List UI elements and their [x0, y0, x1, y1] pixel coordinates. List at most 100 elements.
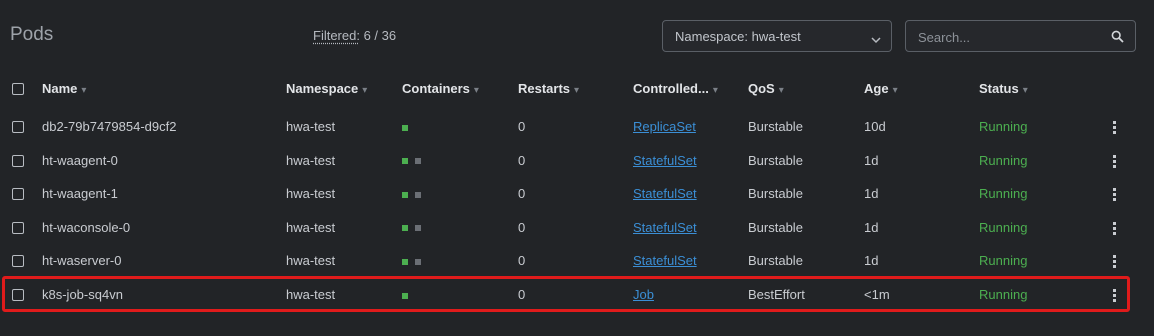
column-header-status[interactable]: Status ▾: [979, 72, 1028, 106]
container-status-icon: [402, 191, 408, 198]
pod-age: 1d: [864, 253, 879, 269]
search-icon[interactable]: [1111, 30, 1124, 46]
row-checkbox[interactable]: [12, 154, 24, 167]
filtered-value: 6 / 36: [363, 28, 397, 43]
pod-qos: Burstable: [748, 152, 803, 168]
row-menu-button[interactable]: [1108, 110, 1122, 144]
column-header-qos[interactable]: QoS ▾: [748, 72, 784, 106]
more-vertical-icon[interactable]: [1113, 221, 1116, 237]
pod-containers: [402, 244, 428, 278]
search-input[interactable]: [916, 27, 1100, 47]
controlled-by-link[interactable]: StatefulSet: [633, 211, 697, 245]
more-vertical-icon[interactable]: [1113, 121, 1116, 136]
pod-containers: [402, 211, 428, 245]
row-checkbox[interactable]: [12, 255, 24, 268]
pod-restarts: 0: [518, 186, 526, 202]
container-status-icon: [402, 258, 408, 265]
pod-restarts: 0: [518, 219, 526, 235]
pod-age: <1m: [864, 287, 890, 302]
controlled-by-link[interactable]: StatefulSet: [633, 177, 697, 211]
table-row[interactable]: k8s-job-sq4vn hwa-test 0 Job BestEffort <1m Ru…: [0, 278, 1154, 312]
container-status-icon: [402, 292, 408, 299]
namespace-select-value: Namespace: hwa-test: [675, 29, 801, 44]
pod-status: Running: [979, 119, 1028, 134]
table-row[interactable]: db2-79b7479854-d9cf2 hwa-test 0 ReplicaSet B…: [0, 110, 1154, 144]
table-header: Name ▾ Namespace ▾ Containers ▾ Restarts ▾ C…: [0, 72, 1154, 106]
row-menu-button[interactable]: [1108, 211, 1122, 245]
search-box[interactable]: [905, 20, 1136, 52]
controlled-by-link[interactable]: StatefulSet: [633, 144, 697, 178]
pod-restarts: 0: [518, 253, 526, 269]
container-status-icon: [402, 158, 408, 165]
pod-namespace: hwa-test: [286, 186, 336, 202]
more-vertical-icon[interactable]: [1113, 289, 1116, 304]
pod-name[interactable]: db2-79b7479854-d9cf2: [42, 110, 176, 144]
table-row[interactable]: ht-waconsole-0 hwa-test 0 StatefulSet Bursta…: [0, 211, 1154, 245]
table-row[interactable]: ht-waserver-0 hwa-test 0 StatefulSet Burstab…: [0, 244, 1154, 278]
controlled-by-link[interactable]: StatefulSet: [633, 244, 697, 278]
pod-qos: Burstable: [748, 119, 803, 134]
container-status-icon: [402, 124, 408, 131]
filtered-label: Filtered:: [313, 28, 360, 43]
more-vertical-icon[interactable]: [1113, 255, 1116, 270]
column-header-namespace[interactable]: Namespace ▾: [286, 72, 367, 106]
pod-age: 10d: [864, 119, 886, 134]
select-all-checkbox[interactable]: [12, 83, 24, 95]
pod-containers: [402, 177, 428, 211]
pod-status: Running: [979, 186, 1028, 202]
more-vertical-icon[interactable]: [1113, 188, 1116, 203]
column-header-controlled-by[interactable]: Controlled... ▾: [633, 72, 718, 106]
pod-status: Running: [979, 287, 1028, 302]
pod-namespace: hwa-test: [286, 152, 336, 168]
row-menu-button[interactable]: [1108, 278, 1122, 312]
row-checkbox[interactable]: [12, 121, 24, 133]
pod-age: 1d: [864, 152, 879, 168]
page-title: Pods: [10, 24, 54, 45]
column-header-age[interactable]: Age ▾: [864, 72, 898, 106]
pod-namespace: hwa-test: [286, 287, 336, 302]
row-checkbox[interactable]: [12, 289, 24, 301]
table-row[interactable]: ht-waagent-0 hwa-test 0 StatefulSet Burstabl…: [0, 144, 1154, 178]
row-checkbox[interactable]: [12, 188, 24, 201]
pod-containers: [402, 144, 428, 178]
row-menu-button[interactable]: [1108, 177, 1122, 211]
pod-age: 1d: [864, 219, 879, 235]
pod-status: Running: [979, 253, 1028, 269]
pod-qos: Burstable: [748, 186, 803, 202]
pod-restarts: 0: [518, 287, 526, 302]
pod-name[interactable]: ht-waconsole-0: [42, 211, 130, 245]
table-row[interactable]: ht-waagent-1 hwa-test 0 StatefulSet Burstabl…: [0, 177, 1154, 211]
container-status-icon: [402, 225, 408, 232]
pod-qos: BestEffort: [748, 287, 805, 302]
pod-name[interactable]: ht-waserver-0: [42, 244, 121, 278]
row-menu-button[interactable]: [1108, 144, 1122, 178]
controlled-by-link[interactable]: ReplicaSet: [633, 110, 696, 144]
namespace-select[interactable]: Namespace: hwa-test: [662, 20, 892, 52]
pod-status: Running: [979, 219, 1028, 235]
column-header-containers[interactable]: Containers ▾: [402, 72, 479, 106]
pod-namespace: hwa-test: [286, 219, 336, 235]
controlled-by-link[interactable]: Job: [633, 278, 654, 312]
row-checkbox[interactable]: [12, 221, 24, 234]
pod-name[interactable]: ht-waagent-0: [42, 144, 118, 178]
container-status-icon: [415, 191, 421, 198]
pod-name[interactable]: ht-waagent-1: [42, 177, 118, 211]
pod-age: 1d: [864, 186, 879, 202]
container-status-icon: [415, 158, 421, 165]
pod-containers: [402, 278, 415, 312]
pod-status: Running: [979, 152, 1028, 168]
pod-qos: Burstable: [748, 253, 803, 269]
column-header-restarts[interactable]: Restarts ▾: [518, 72, 579, 106]
pod-restarts: 0: [518, 119, 526, 134]
pod-qos: Burstable: [748, 219, 803, 235]
row-menu-button[interactable]: [1108, 244, 1122, 278]
container-status-icon: [415, 258, 421, 265]
pod-name[interactable]: k8s-job-sq4vn: [42, 278, 123, 312]
pod-restarts: 0: [518, 152, 526, 168]
pod-namespace: hwa-test: [286, 253, 336, 269]
pod-containers: [402, 110, 415, 144]
chevron-down-icon: [871, 32, 881, 47]
more-vertical-icon[interactable]: [1113, 154, 1116, 170]
container-status-icon: [415, 225, 421, 232]
column-header-name[interactable]: Name ▾: [42, 72, 86, 106]
